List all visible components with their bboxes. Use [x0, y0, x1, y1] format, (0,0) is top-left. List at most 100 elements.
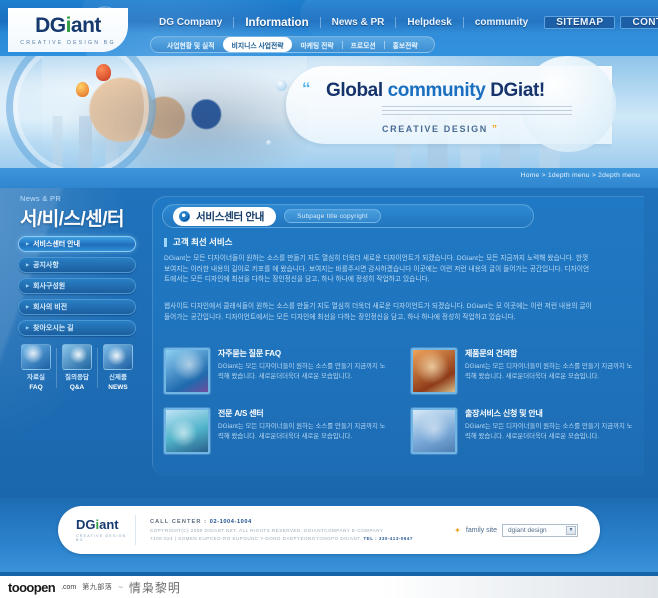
service-card-title: 자주묻는 질문 FAQ: [218, 349, 281, 358]
service-card[interactable]: 제품문의 건의함 DGiant는 모든 디자이너들이 원하는 소스를 만들기 지…: [411, 348, 634, 394]
content-panel: 서비스센터 안내 Subpage title copyright 고객 최선 서…: [152, 196, 644, 476]
service-card[interactable]: 전문 A/S 센터 DGiant는 모든 디자이너들이 원하는 소스를 만들기 …: [164, 408, 387, 454]
footer-tel-number: 330-413-0947: [378, 536, 413, 541]
sidebar-item-label: 회사의 비전: [33, 304, 68, 311]
footer-call-center: CALL CENTER : 02-1004-1004: [150, 519, 454, 525]
sidebar-item-directions[interactable]: ▸ 찾아오시는 길: [18, 320, 136, 336]
faq-icon: [21, 344, 51, 370]
sidebar-menu: ▸ 서비스센터 안내 ▸ 공지사항 ▸ 회사구성원 ▸ 회사의 비전 ▸ 찾아오…: [18, 236, 136, 341]
service-card-desc: DGiant는 모든 디자이너들이 원하는 소스를 만들기 지금까지 노력해 왔…: [218, 423, 386, 441]
sidebar-title: 서/비/스/센/터: [20, 209, 125, 230]
bubble-icon: [276, 80, 287, 91]
news-icon: [103, 344, 133, 370]
subnav-item-marketing-strategy[interactable]: 마케팅 전략: [292, 40, 341, 50]
sidebar-item-notice[interactable]: ▸ 공지사항: [18, 257, 136, 273]
hero-globe-decoration: [520, 56, 616, 152]
service-card-desc: DGiant는 모든 디자이너들이 원하는 소스를 만들기 지금까지 노력해 왔…: [465, 363, 633, 381]
bullet-circle-icon: [179, 210, 190, 222]
breadcrumb-bar: Home > 1depth menu > 2depth menu: [0, 168, 658, 188]
chevron-right-icon: ▸: [26, 262, 30, 269]
family-site-group: ✦ family site dgiant design ▼: [454, 523, 600, 537]
hero-headline: Global community DGiat!: [326, 80, 545, 102]
footer-copyright: COPYRIGHT(C) 2009 DGIANT.NET. ALL RIGHTS…: [150, 528, 384, 533]
hero-text-panel: “ Global community DGiat! CREATIVE DESIG…: [286, 56, 616, 152]
footer-info: CALL CENTER : 02-1004-1004 COPYRIGHT(C) …: [136, 519, 454, 541]
watermark-logo: tooopen: [8, 579, 56, 595]
page-subtitle: Subpage title copyright: [284, 209, 381, 223]
quick-link-faq-ko: 자료실: [27, 374, 45, 381]
call-center-label: CALL CENTER :: [150, 519, 208, 525]
watermark-tilde: ~: [118, 582, 123, 592]
body-paragraph-2: 웹사이트 디자인에서 클래식들이 원하는 소스를 만들기 지도 열심히 더욱더 …: [164, 303, 592, 321]
sidebar: News & PR 서/비/스/센/터 ▸ 서비스센터 안내 ▸ 공지사항 ▸ …: [0, 188, 152, 498]
sidebar-item-vision[interactable]: ▸ 회사의 비전: [18, 299, 136, 315]
star-icon: ✦: [454, 525, 461, 535]
nav-item-helpdesk[interactable]: Helpdesk: [396, 17, 462, 28]
service-card-body: 자주묻는 질문 FAQ DGiant는 모든 디자이너들이 원하는 소스를 만들…: [218, 348, 387, 394]
chevron-down-icon[interactable]: ▼: [566, 525, 576, 535]
footer-address-line: 7400-024 | SOMEN EUPCEO-RO EUPGUNC Y-DON…: [150, 536, 454, 541]
logo-tagline: CREATIVE DESIGN BG: [20, 39, 116, 46]
chevron-right-icon: ▸: [26, 283, 30, 290]
service-card-title: 전문 A/S 센터: [218, 409, 264, 418]
icon-divider: [56, 347, 57, 388]
hot-air-balloon-icon: [76, 82, 89, 97]
nav-item-information[interactable]: Information: [234, 17, 319, 29]
sitemap-button[interactable]: SITEMAP: [544, 16, 616, 29]
quick-link-qna[interactable]: 질의응답 Q&A: [59, 344, 95, 392]
contact-us-button[interactable]: CONTACT US: [620, 16, 658, 29]
family-site-select[interactable]: dgiant design ▼: [502, 523, 578, 537]
chevron-right-icon: ▸: [26, 304, 30, 311]
nav-item-community[interactable]: community: [464, 17, 539, 28]
hero-circle-decoration: [6, 56, 156, 168]
sidebar-item-service-center[interactable]: ▸ 서비스센터 안내: [18, 236, 136, 252]
sidebar-item-label: 공지사항: [33, 262, 59, 269]
sidebar-item-label: 회사구성원: [33, 283, 66, 290]
quote-close-icon: ”: [491, 124, 499, 135]
site-header: DGiant CREATIVE DESIGN BG DG Company Inf…: [0, 0, 658, 56]
service-card-title: 제품문의 건의함: [465, 349, 518, 358]
footer-logo[interactable]: DGiant CREATIVE DESIGN BG: [58, 515, 136, 545]
watermark-title: 情枭黎明: [128, 580, 181, 595]
logo-wordmark: DGiant: [35, 15, 101, 36]
logo-dg-text: DG: [35, 13, 66, 37]
footer-logo-dg: DG: [76, 517, 96, 532]
main-body: News & PR 서/비/스/센/터 ▸ 서비스센터 안내 ▸ 공지사항 ▸ …: [0, 188, 658, 498]
hero-banner: “ Global community DGiat! CREATIVE DESIG…: [0, 56, 658, 168]
logo-ant-text: ant: [70, 13, 102, 37]
subnav-item-business-status[interactable]: 사업현황 및 실적: [159, 40, 223, 50]
subnav-item-pr-strategy[interactable]: 홍보전략: [385, 40, 426, 50]
subnav-item-promotion[interactable]: 프로모션: [343, 40, 384, 50]
service-card[interactable]: 자주묻는 질문 FAQ DGiant는 모든 디자이너들이 원하는 소스를 만들…: [164, 348, 387, 394]
icon-divider: [97, 347, 98, 388]
quick-link-news-en: NEWS: [108, 383, 128, 391]
hero-body-placeholder-text: [382, 106, 572, 118]
nav-item-news-pr[interactable]: News & PR: [321, 17, 396, 28]
footer-tel-label: TEL :: [363, 536, 378, 541]
quick-link-faq[interactable]: 자료실 FAQ: [18, 344, 54, 392]
footer-logo-tagline: CREATIVE DESIGN BG: [76, 534, 127, 542]
primary-navigation: DG Company Information News & PR Helpdes…: [148, 16, 658, 29]
subnav-item-business-strategy[interactable]: 비지니스 사업전략: [222, 37, 293, 52]
hero-headline-part3: DGiat!: [490, 80, 545, 101]
faq-thumb-icon: [164, 348, 210, 394]
sidebar-item-members[interactable]: ▸ 회사구성원: [18, 278, 136, 294]
hot-air-balloon-icon: [96, 64, 111, 81]
family-site-label: family site: [465, 526, 497, 534]
service-card-grid: 자주묻는 질문 FAQ DGiant는 모든 디자이너들이 원하는 소스를 만들…: [164, 348, 634, 454]
qna-icon: [62, 344, 92, 370]
page-title: 서비스센터 안내: [196, 210, 265, 223]
nav-item-dg-company[interactable]: DG Company: [148, 17, 233, 28]
watermark-domain: .com: [61, 583, 77, 591]
watermark-bar: tooopen .com 第九部落 ~ 情枭黎明: [0, 576, 658, 598]
sidebar-quick-icons: 자료실 FAQ 질의응답 Q&A 신제품 NEWS: [18, 344, 136, 392]
site-logo[interactable]: DGiant CREATIVE DESIGN BG: [8, 8, 128, 52]
quote-open-icon: “: [302, 79, 311, 98]
call-center-number: 02-1004-1004: [209, 519, 252, 525]
body-paragraph-1: DGiant는 모든 디자이너들이 원하는 소스를 만들기 지도 열심히 더욱더…: [164, 255, 590, 284]
service-card[interactable]: 출장서비스 신청 및 안내 DGiant는 모든 디자이너들이 원하는 소스를 …: [411, 408, 634, 454]
quick-link-news[interactable]: 신제품 NEWS: [100, 344, 136, 392]
service-card-body: 출장서비스 신청 및 안내 DGiant는 모든 디자이너들이 원하는 소스를 …: [465, 408, 634, 454]
footer-address: 7400-024 | SOMEN EUPCEO-RO EUPGUNC Y-DON…: [150, 536, 362, 541]
sidebar-item-label: 찾아오시는 길: [33, 325, 74, 332]
